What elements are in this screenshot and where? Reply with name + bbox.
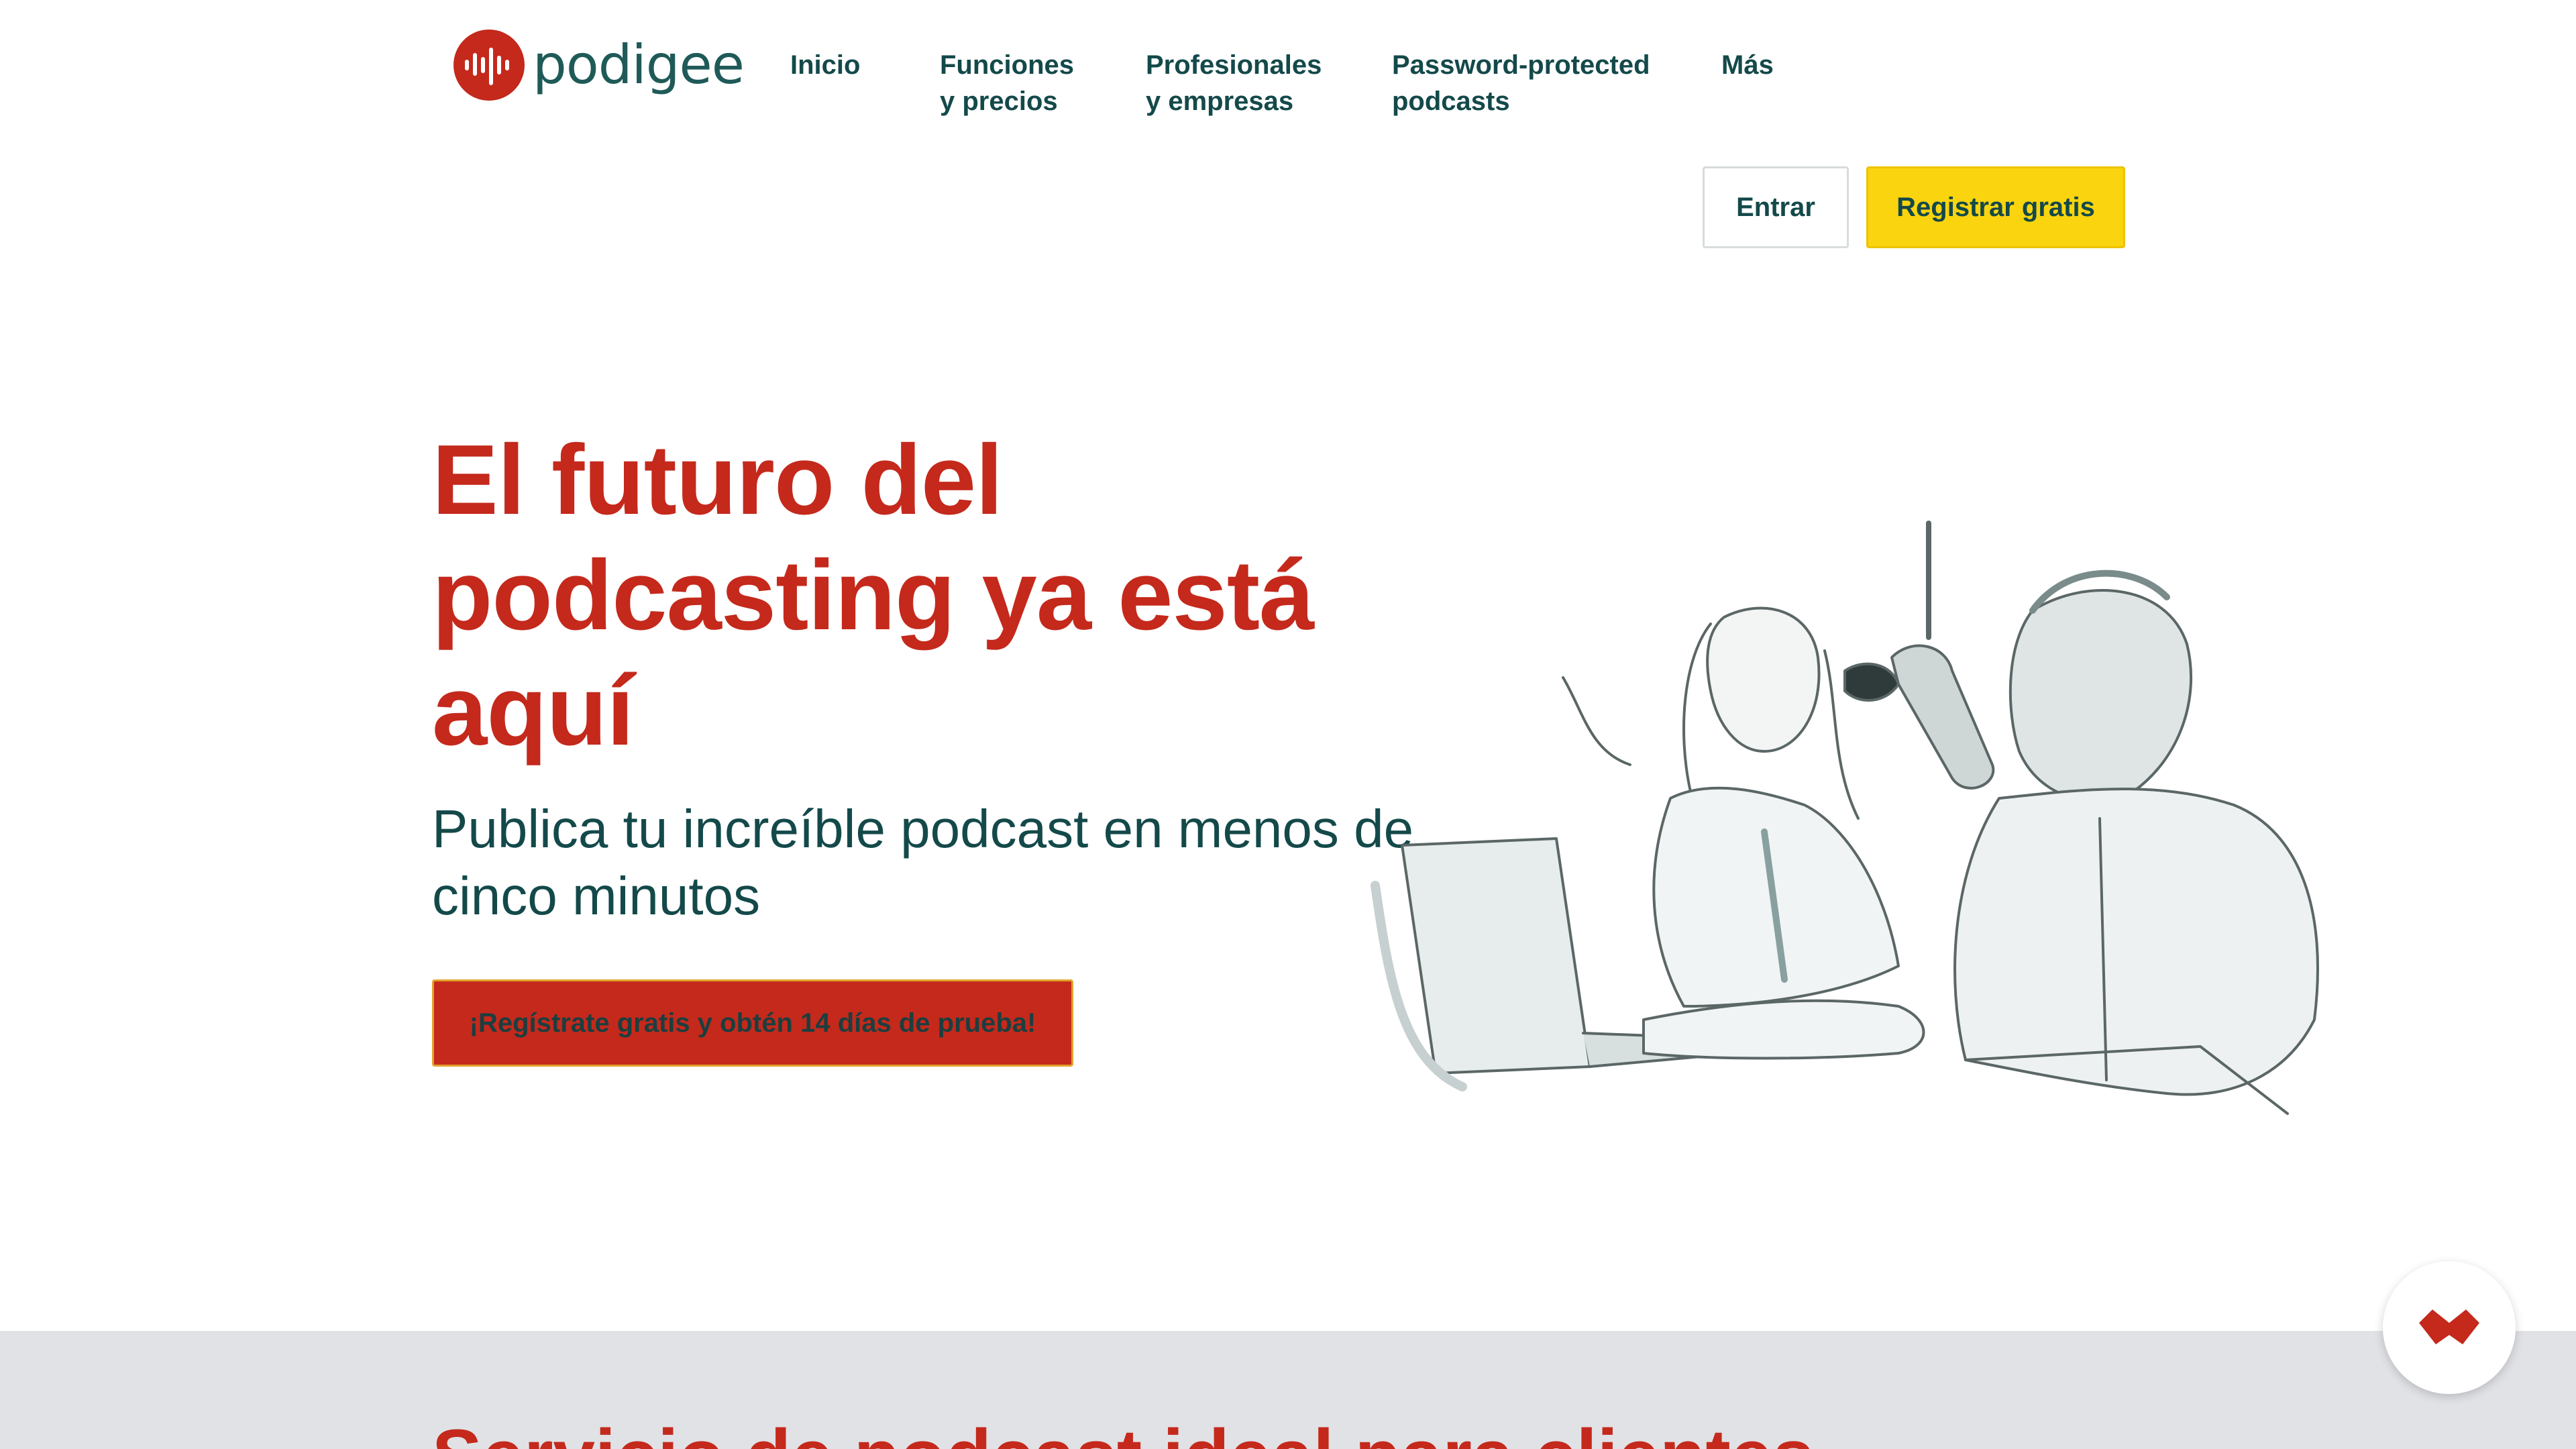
register-free-button[interactable]: Registrar gratis xyxy=(1866,166,2125,248)
nav-item-mas[interactable]: Más xyxy=(1721,47,1774,83)
chat-widget-button[interactable] xyxy=(2383,1261,2516,1394)
chat-widget-icon xyxy=(2416,1303,2483,1353)
podcast-hosts-illustration xyxy=(1362,510,2408,1140)
signup-trial-button[interactable]: ¡Regístrate gratis y obtén 14 días de pr… xyxy=(432,979,1073,1067)
login-button[interactable]: Entrar xyxy=(1703,166,1849,248)
waveform-icon xyxy=(453,30,525,101)
nav-item-profesionales-empresas[interactable]: Profesionales y empresas xyxy=(1146,47,1322,119)
hero-subtitle: Publica tu increíble podcast en menos de… xyxy=(432,799,1414,926)
podigee-logo[interactable]: podigee xyxy=(453,30,745,101)
next-section: Servicio de podcast ideal para clientes xyxy=(0,1331,2576,1449)
nav-item-inicio[interactable]: Inicio xyxy=(790,47,860,83)
hero-title: El futuro del podcasting ya está aquí xyxy=(432,425,1314,766)
nav-item-password-protected-podcasts[interactable]: Password-protected podcasts xyxy=(1392,47,1650,119)
section-title: Servicio de podcast ideal para clientes xyxy=(432,1413,1814,1449)
nav-item-funciones-precios[interactable]: Funciones y precios xyxy=(940,47,1074,119)
brand-name: podigee xyxy=(533,34,745,96)
